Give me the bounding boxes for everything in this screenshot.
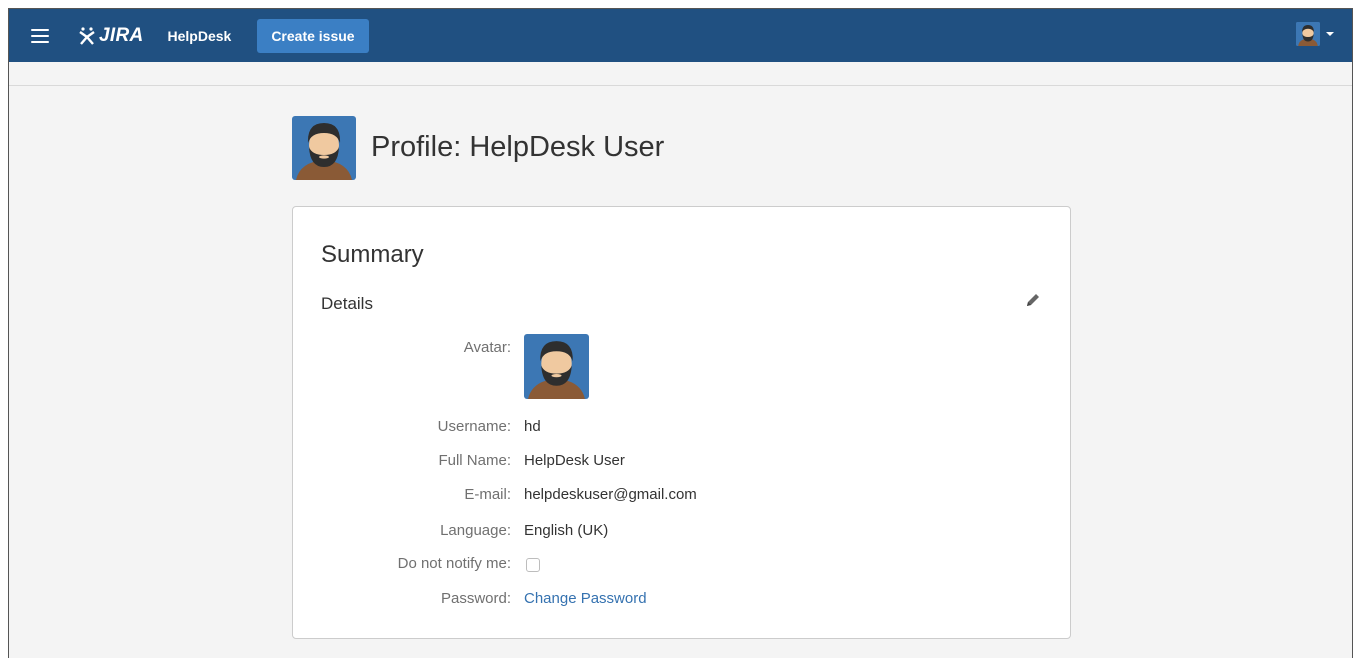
top-navigation-bar: JIRA HelpDesk Create issue: [9, 9, 1352, 62]
create-issue-button[interactable]: Create issue: [257, 18, 369, 53]
menu-icon[interactable]: [31, 28, 49, 43]
language-label: Language:: [440, 522, 511, 539]
profile-header: Profile: HelpDesk User: [292, 112, 664, 184]
email-label: E-mail:: [464, 486, 511, 503]
user-menu[interactable]: [1296, 22, 1334, 46]
profile-avatar-icon: [292, 115, 356, 180]
avatar-label: Avatar:: [463, 339, 511, 356]
chevron-down-icon: [1326, 32, 1334, 36]
email-value: helpdeskuser@gmail.com: [524, 486, 697, 503]
password-label: Password:: [440, 590, 511, 607]
jira-logo-icon: [79, 26, 95, 45]
details-avatar-icon[interactable]: [524, 334, 589, 399]
logo-text: JIRA: [99, 24, 144, 46]
change-password-link[interactable]: Change Password: [524, 590, 647, 607]
nav-helpdesk[interactable]: HelpDesk: [168, 28, 232, 44]
username-value: hd: [524, 418, 541, 435]
user-avatar-icon: [1296, 22, 1320, 46]
details-title: Details: [321, 294, 373, 313]
pencil-icon[interactable]: [1024, 291, 1042, 314]
secondary-bar: [9, 62, 1352, 86]
do-not-notify-checkbox[interactable]: [526, 558, 540, 572]
fullname-label: Full Name:: [438, 452, 511, 469]
page-title: Profile: HelpDesk User: [371, 131, 665, 164]
username-label: Username:: [437, 418, 511, 435]
app-frame: JIRA HelpDesk Create issue Profile: Help…: [8, 8, 1353, 658]
summary-title: Summary: [321, 241, 424, 268]
notify-label: Do not notify me:: [397, 555, 511, 572]
jira-logo[interactable]: JIRA: [77, 25, 144, 47]
language-value: English (UK): [524, 522, 609, 539]
summary-card: Summary Details Avatar: Username: hd Ful…: [292, 206, 1071, 639]
fullname-value: HelpDesk User: [524, 452, 625, 469]
